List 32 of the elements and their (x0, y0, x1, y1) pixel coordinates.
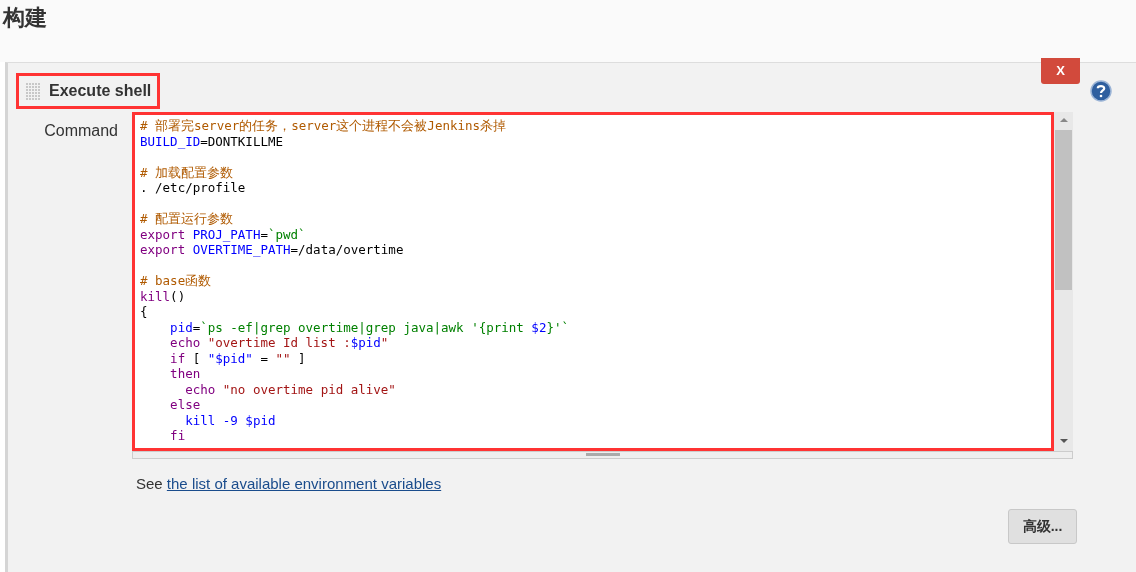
code-line: kill -9 $pid (184, 412, 277, 428)
code-line: echo "no overtime pid alive" (184, 381, 397, 397)
help-text: See the list of available environment variables (136, 474, 443, 494)
code-line: if [ "$pid" = "" ] (169, 350, 307, 366)
code-line: # base函数 (140, 273, 213, 289)
code-editor[interactable] (132, 112, 1054, 451)
code-line: { (140, 304, 149, 320)
code-line: BUILD_ID=DONTKILLME (140, 133, 284, 149)
code-line: # 部署完server的任务，server这个进程不会被Jenkins杀掉 (140, 118, 508, 134)
code-line: export OVERTIME_PATH=/data/overtime (140, 242, 405, 258)
field-label: Command (43, 121, 119, 141)
help-icon[interactable] (1090, 80, 1112, 102)
code-line: kill() (140, 288, 187, 304)
drag-handle-icon[interactable] (25, 82, 41, 100)
scroll-down-arrow-icon[interactable] (1058, 437, 1069, 445)
environment-variables-link[interactable]: the list of available environment variables (166, 475, 442, 492)
code-line: # 加载配置参数 (140, 164, 235, 180)
section-title: 构建 (3, 4, 47, 32)
advanced-button[interactable]: 高级... (1008, 508, 1077, 544)
code-line: # 配置运行参数 (140, 211, 235, 227)
code-line: else (169, 397, 202, 413)
delete-button[interactable]: X (1041, 58, 1080, 84)
vertical-scrollbar[interactable] (1054, 112, 1073, 451)
step-title: Execute shell (49, 81, 152, 101)
scroll-up-arrow-icon[interactable] (1058, 116, 1069, 124)
code-line: then (169, 366, 202, 382)
code-line: export PROJ_PATH=`pwd` (140, 226, 307, 242)
code-line: fi (169, 428, 187, 444)
code-line: pid=`ps -ef|grep overtime|grep java|awk '{print $2}'` (169, 319, 570, 335)
code-line: . /etc/profile (140, 180, 247, 196)
horizontal-scrollbar[interactable] (132, 451, 1073, 459)
code-line: echo "overtime Id list :$pid" (169, 335, 390, 351)
